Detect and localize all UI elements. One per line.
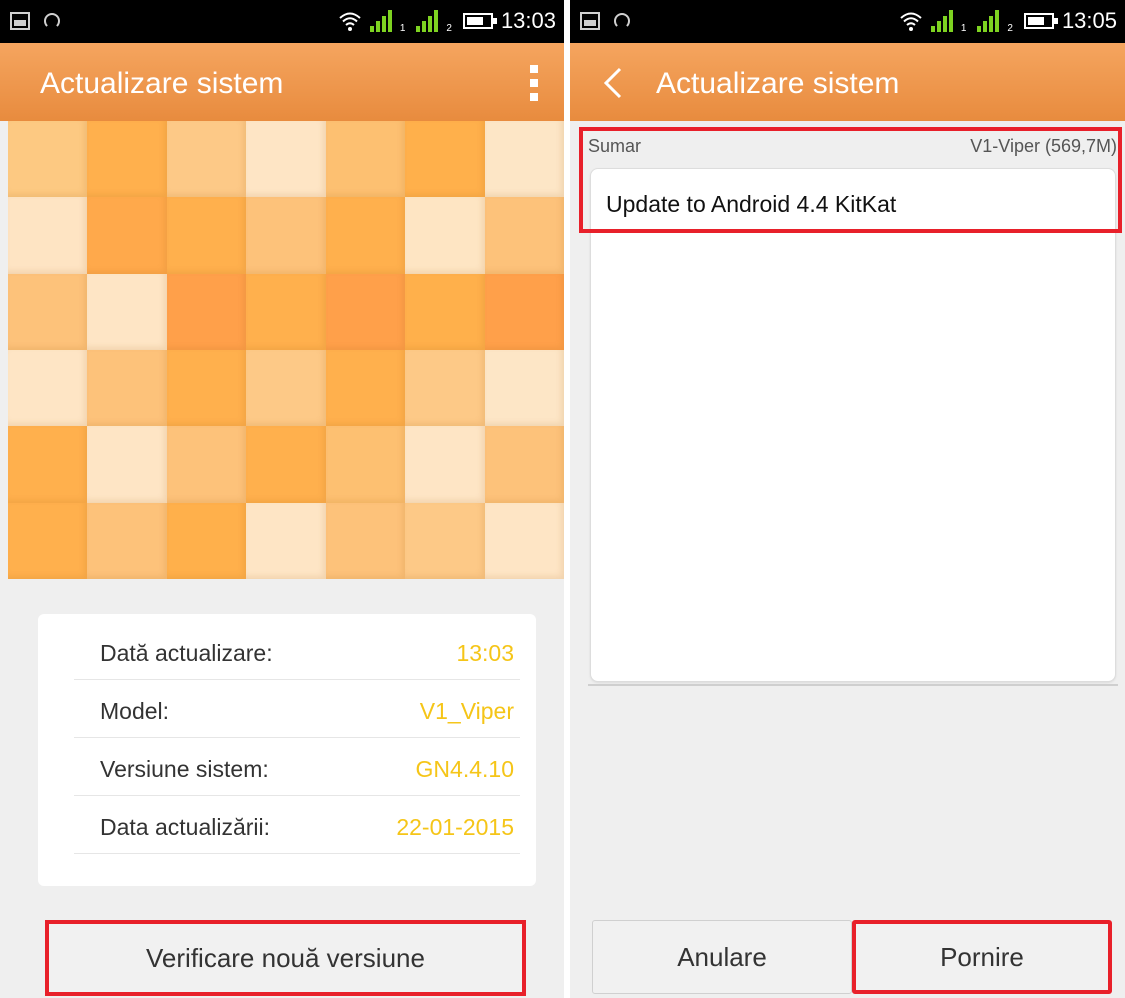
system-info-card: Dată actualizare: 13:03 Model: V1_Viper … <box>38 614 536 886</box>
status-time: 13:05 <box>1061 8 1117 33</box>
tile <box>484 121 564 198</box>
tile <box>87 502 167 579</box>
tile <box>246 502 326 579</box>
info-value: 22-01-2015 <box>396 814 514 840</box>
tile <box>325 426 406 503</box>
tile <box>166 197 247 274</box>
tile <box>166 502 247 579</box>
tile <box>166 426 247 503</box>
tile <box>87 350 167 427</box>
info-value: V1_Viper <box>419 698 514 724</box>
signal-icon-sim2 <box>977 10 1000 32</box>
tile <box>405 502 485 579</box>
tile <box>8 121 88 198</box>
sim2-label: 2 <box>1007 23 1013 34</box>
tile <box>246 273 326 350</box>
cancel-button[interactable]: Anulare <box>592 920 852 994</box>
sim1-label: 1 <box>399 23 406 34</box>
highlight-box <box>579 127 1122 233</box>
tile <box>405 273 485 350</box>
tile <box>405 197 485 274</box>
info-label: Data actualizării: <box>100 814 271 840</box>
gauge-icon <box>614 13 630 29</box>
info-row-update-date: Dată actualizare: 13:03 <box>74 622 520 680</box>
tile <box>166 350 247 427</box>
tile <box>405 350 485 427</box>
info-label: Versiune sistem: <box>100 756 269 782</box>
signal-icon-sim1 <box>930 10 953 32</box>
image-icon <box>10 12 30 30</box>
gauge-icon <box>44 13 60 29</box>
tile <box>246 426 326 503</box>
system-update-screen: 1 2 13:03 Actualizare sistem Dată actual… <box>0 0 564 998</box>
update-details-screen: 1 2 13:05 Actualizare sistem Sumar V1-Vi… <box>570 0 1125 998</box>
tile <box>166 273 247 350</box>
info-value: 13:03 <box>456 640 514 666</box>
tile <box>87 121 167 198</box>
tile <box>484 273 564 350</box>
tile <box>484 502 564 579</box>
divider <box>588 684 1118 686</box>
status-time: 13:03 <box>500 8 556 33</box>
wifi-icon <box>339 12 361 31</box>
info-row-last-update-date: Data actualizării: 22-01-2015 <box>74 796 520 854</box>
tile <box>87 426 167 503</box>
tile <box>325 121 406 198</box>
overflow-menu-icon[interactable] <box>530 65 538 101</box>
app-bar: Actualizare sistem <box>0 43 564 121</box>
status-bar: 1 2 13:05 <box>570 0 1125 43</box>
start-button[interactable]: Pornire <box>852 920 1112 994</box>
back-icon[interactable] <box>600 67 626 99</box>
tile <box>8 426 88 503</box>
tile <box>8 197 88 274</box>
signal-icon-sim2 <box>416 10 439 32</box>
page-title: Actualizare sistem <box>40 67 284 100</box>
info-label: Model: <box>100 698 170 724</box>
tile <box>484 350 564 427</box>
tile <box>87 197 167 274</box>
tile <box>325 273 406 350</box>
tile <box>405 121 485 198</box>
tile <box>8 273 88 350</box>
tile <box>166 121 247 198</box>
sim2-label: 2 <box>446 23 452 34</box>
page-title: Actualizare sistem <box>656 67 900 100</box>
tile <box>87 273 167 350</box>
tile <box>325 350 406 427</box>
check-new-version-button[interactable]: Verificare nouă versiune <box>45 920 526 996</box>
release-notes-card: Update to Android 4.4 KitKat <box>590 168 1116 682</box>
sim1-label: 1 <box>960 23 967 34</box>
info-row-model: Model: V1_Viper <box>74 680 520 738</box>
tile <box>405 426 485 503</box>
tile <box>8 350 88 427</box>
info-row-system-version: Versiune sistem: GN4.4.10 <box>74 738 520 796</box>
tile <box>8 502 88 579</box>
image-icon <box>580 12 600 30</box>
wifi-icon <box>900 12 922 31</box>
tile <box>484 197 564 274</box>
status-bar: 1 2 13:03 <box>0 0 564 43</box>
tile <box>246 121 326 198</box>
tile <box>325 197 406 274</box>
decorative-tile-banner <box>8 121 564 579</box>
tile <box>246 197 326 274</box>
app-bar: Actualizare sistem <box>570 43 1125 121</box>
battery-icon <box>1023 13 1058 29</box>
battery-icon <box>462 13 497 29</box>
info-value: GN4.4.10 <box>415 756 514 782</box>
tile <box>484 426 564 503</box>
tile <box>325 502 406 579</box>
signal-icon-sim1 <box>369 10 392 32</box>
info-label: Dată actualizare: <box>100 640 273 666</box>
tile <box>246 350 326 427</box>
